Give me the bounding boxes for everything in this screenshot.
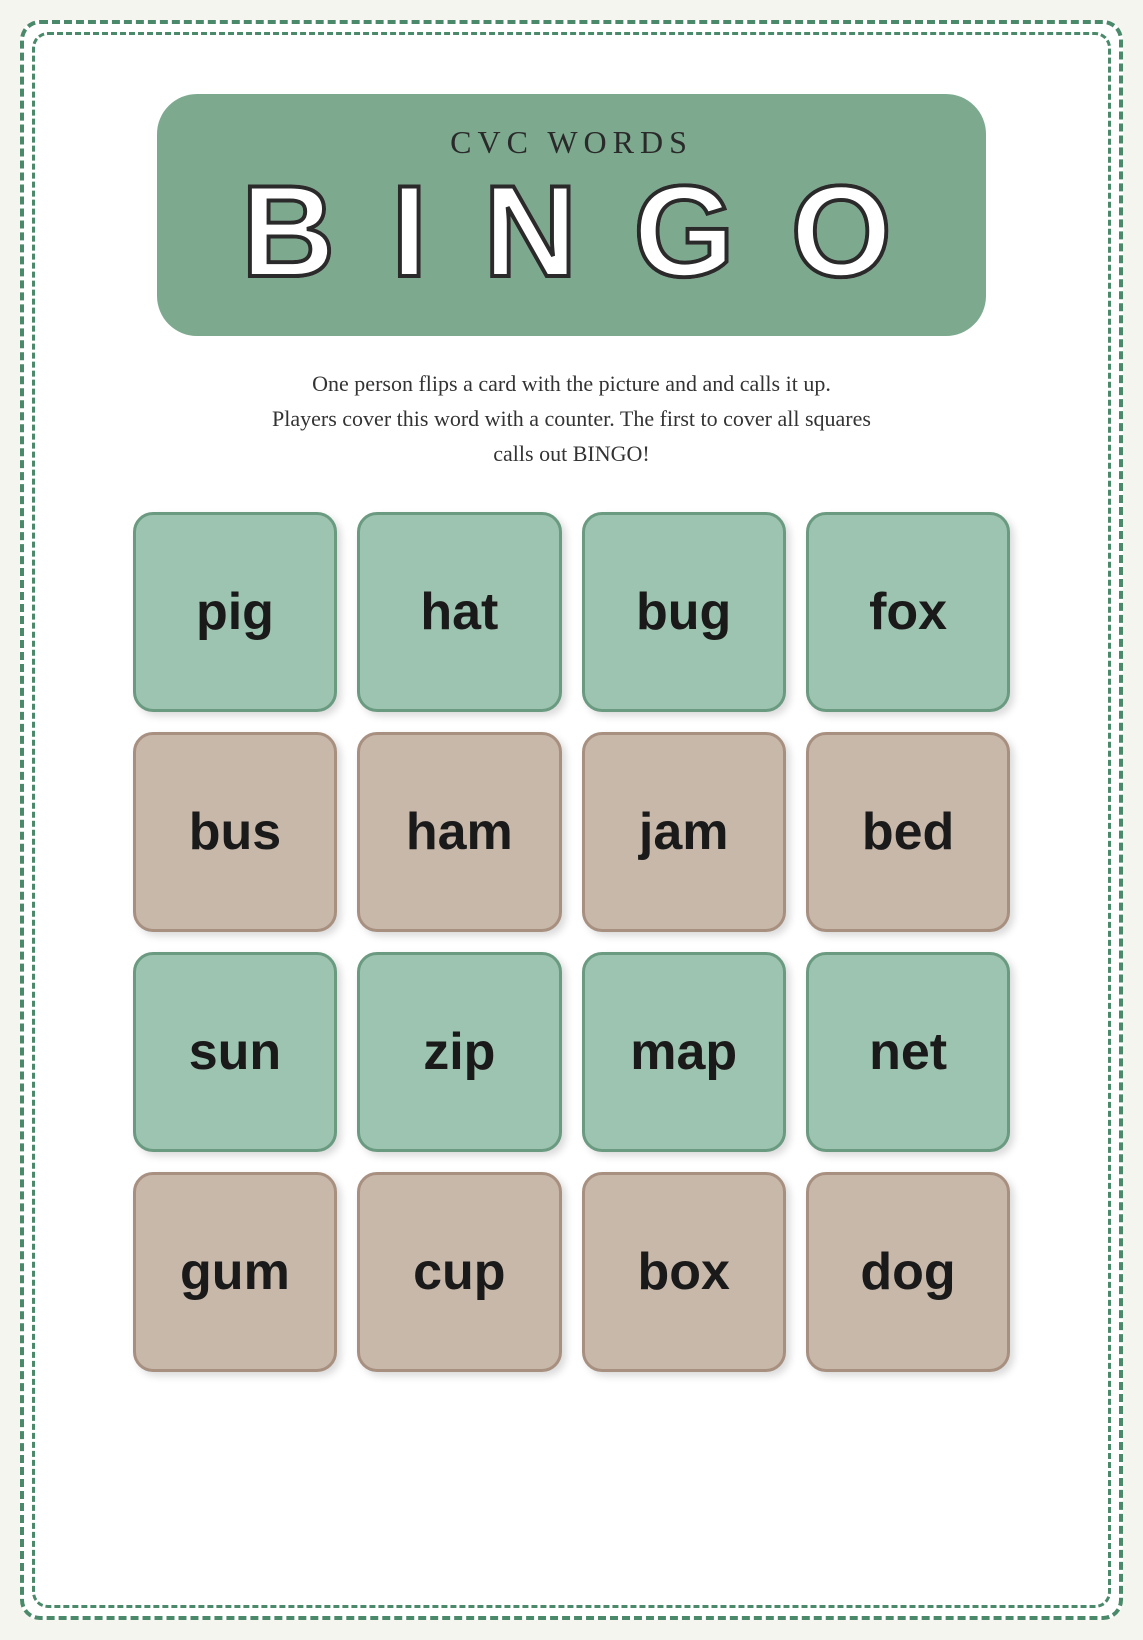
bingo-letter-o: O (791, 166, 902, 296)
cell-net[interactable]: net (806, 952, 1010, 1152)
cell-hat[interactable]: hat (357, 512, 561, 712)
instruction-line3: calls out BINGO! (493, 441, 649, 466)
instruction-line2: Players cover this word with a counter. … (272, 406, 871, 431)
cell-fox[interactable]: fox (806, 512, 1010, 712)
main-title: B I N G O (241, 166, 902, 296)
cell-dog[interactable]: dog (806, 1172, 1010, 1372)
cell-gum[interactable]: gum (133, 1172, 337, 1372)
bingo-letter-b: B (241, 166, 345, 296)
cell-map[interactable]: map (582, 952, 786, 1152)
cell-box[interactable]: box (582, 1172, 786, 1372)
cell-zip[interactable]: zip (357, 952, 561, 1152)
cell-bus[interactable]: bus (133, 732, 337, 932)
header-banner: CVC WORDS B I N G O (157, 94, 986, 336)
cell-cup[interactable]: cup (357, 1172, 561, 1372)
cell-jam[interactable]: jam (582, 732, 786, 932)
cell-bug[interactable]: bug (582, 512, 786, 712)
bingo-grid: pig hat bug fox bus ham jam bed sun zip … (133, 512, 1011, 1372)
instruction-line1: One person flips a card with the picture… (312, 371, 831, 396)
cell-ham[interactable]: ham (357, 732, 561, 932)
bingo-letter-g: G (633, 166, 744, 296)
bingo-page: CVC WORDS B I N G O One person flips a c… (20, 20, 1123, 1620)
cell-pig[interactable]: pig (133, 512, 337, 712)
bingo-letter-n: N (483, 166, 587, 296)
cell-bed[interactable]: bed (806, 732, 1010, 932)
bingo-letter-i: I (391, 166, 437, 296)
instructions-text: One person flips a card with the picture… (272, 366, 871, 472)
cell-sun[interactable]: sun (133, 952, 337, 1152)
subtitle: CVC WORDS (450, 124, 693, 161)
